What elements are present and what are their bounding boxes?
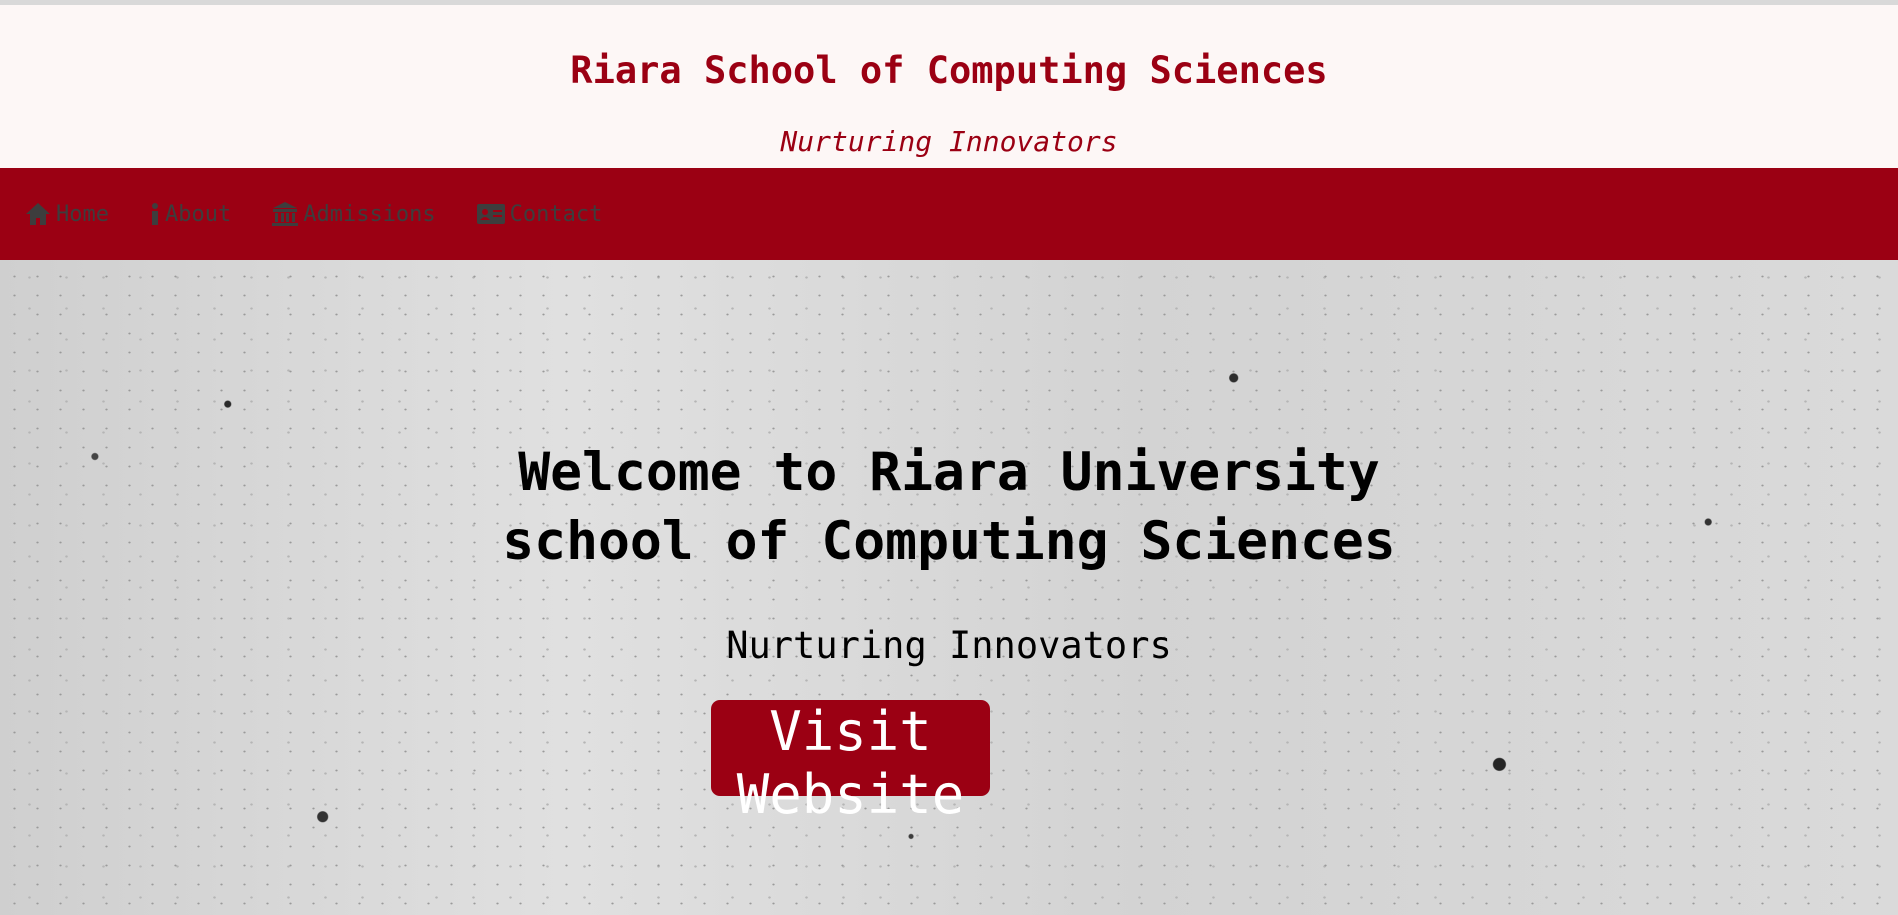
main-nav: Home About Admissions Contact (0, 168, 1898, 260)
hero-title: Welcome to Riara University school of Co… (0, 438, 1898, 576)
hero-title-line-1: Welcome to Riara University (518, 442, 1380, 503)
hero-title-line-2: school of Computing Sciences (502, 511, 1396, 572)
site-tagline: Nurturing Innovators (780, 125, 1118, 158)
nav-item-home[interactable]: Home (24, 201, 109, 227)
nav-item-label: Home (56, 201, 109, 227)
hero-section: Welcome to Riara University school of Co… (0, 260, 1898, 915)
nav-item-label: About (164, 201, 232, 227)
site-title: Riara School of Computing Sciences (570, 49, 1328, 92)
nav-item-label: Contact (509, 201, 603, 227)
info-icon (151, 203, 158, 225)
nav-item-contact[interactable]: Contact (476, 201, 603, 227)
contact-card-icon (476, 204, 505, 224)
site-header: Riara School of Computing Sciences Nurtu… (0, 5, 1898, 168)
nav-item-about[interactable]: About (149, 201, 231, 227)
visit-website-button[interactable]: Visit Website (711, 700, 990, 826)
home-icon (26, 203, 50, 225)
nav-item-admissions[interactable]: Admissions (271, 201, 436, 227)
institution-icon (272, 202, 299, 226)
nav-item-label: Admissions (303, 201, 436, 227)
hero-subtitle: Nurturing Innovators (726, 624, 1172, 667)
